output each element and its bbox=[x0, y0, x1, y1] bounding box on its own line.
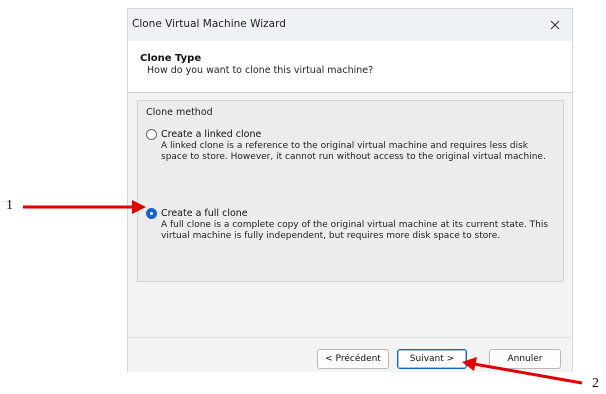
arrow-1 bbox=[23, 200, 146, 214]
callout-label-2: 2 bbox=[592, 376, 599, 391]
callout-label-1: 1 bbox=[6, 198, 13, 213]
annotation-layer bbox=[23, 200, 583, 385]
arrow-2 bbox=[462, 357, 583, 385]
